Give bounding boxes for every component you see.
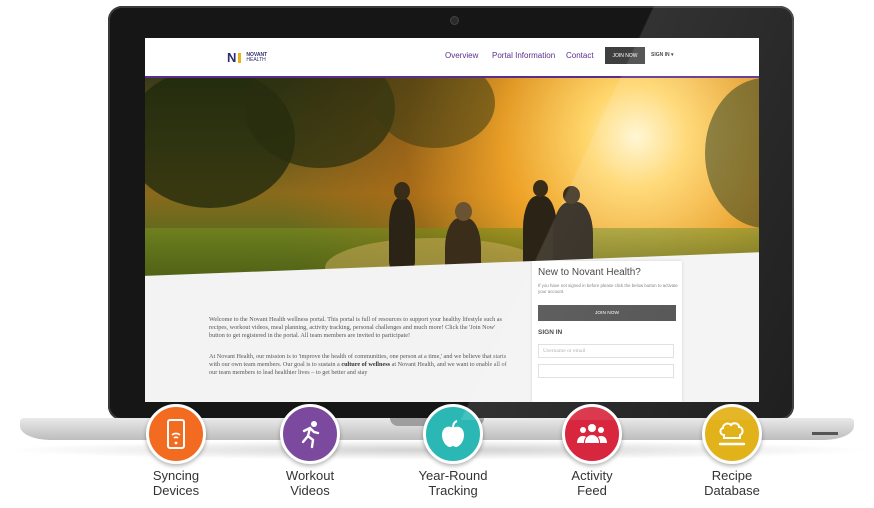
feature-label-line: Activity <box>571 468 613 483</box>
feature-label: Syncing Devices <box>121 468 231 498</box>
feature-label-line: Workout <box>285 468 335 483</box>
laptop-screen: N NOVANT HEALTH Overview Portal Informat… <box>145 38 759 402</box>
mission-paragraph: At Novant Health, our mission is to 'imp… <box>209 353 509 378</box>
group-icon <box>562 404 622 464</box>
sign-in-heading: SIGN IN <box>538 329 563 336</box>
card-title: New to Novant Health? <box>538 267 641 278</box>
dash-mark <box>812 432 838 435</box>
card-description: If you have not signed in before please … <box>538 283 678 294</box>
tablet-sync-icon <box>146 404 206 464</box>
feature-label-line: Syncing <box>152 468 200 483</box>
feature-label: Recipe Database <box>677 468 787 498</box>
feature-label-line: Videos <box>290 483 330 498</box>
join-now-button[interactable]: JOIN NOW <box>605 47 645 64</box>
sign-in-dropdown[interactable]: SIGN IN ▾ <box>651 52 674 58</box>
logo-accent <box>238 52 242 63</box>
feature-label-line: Recipe <box>711 468 753 483</box>
nav-contact[interactable]: Contact <box>566 51 594 60</box>
logo-mark: N <box>227 50 236 65</box>
logo-line2: HEALTH <box>246 56 266 63</box>
site-header: N NOVANT HEALTH Overview Portal Informat… <box>145 38 759 78</box>
feature-label: Activity Feed <box>537 468 647 498</box>
mission-highlight: culture of wellness <box>341 361 391 369</box>
feature-activity-feed[interactable]: Activity Feed <box>537 404 647 498</box>
running-person-icon <box>280 404 340 464</box>
feature-recipe-database[interactable]: Recipe Database <box>677 404 787 498</box>
nav-overview[interactable]: Overview <box>445 51 478 60</box>
nav-portal-information[interactable]: Portal Information <box>492 51 555 60</box>
logo-text: NOVANT HEALTH <box>246 52 267 63</box>
feature-label-line: Year-Round <box>418 468 488 483</box>
webcam <box>450 16 459 25</box>
welcome-paragraph: Welcome to the Novant Health wellness po… <box>209 316 502 340</box>
apple-icon <box>423 404 483 464</box>
feature-syncing-devices[interactable]: Syncing Devices <box>121 404 231 498</box>
feature-label-line: Feed <box>577 483 607 498</box>
signup-card: New to Novant Health? If you have not si… <box>532 261 682 402</box>
feature-year-round-tracking[interactable]: Year-Round Tracking <box>398 404 508 498</box>
chef-hat-icon <box>702 404 762 464</box>
feature-label-line: Tracking <box>428 483 478 498</box>
feature-label-line: Database <box>704 483 760 498</box>
laptop-bezel: N NOVANT HEALTH Overview Portal Informat… <box>108 6 794 420</box>
feature-workout-videos[interactable]: Workout Videos <box>255 404 365 498</box>
username-input[interactable]: Username or email <box>538 344 674 358</box>
card-join-now-button[interactable]: JOIN NOW <box>538 305 676 321</box>
feature-label: Year-Round Tracking <box>398 468 508 498</box>
novant-logo[interactable]: N NOVANT HEALTH <box>227 50 267 65</box>
feature-label: Workout Videos <box>255 468 365 498</box>
password-input[interactable] <box>538 364 674 378</box>
feature-label-line: Devices <box>152 483 200 498</box>
